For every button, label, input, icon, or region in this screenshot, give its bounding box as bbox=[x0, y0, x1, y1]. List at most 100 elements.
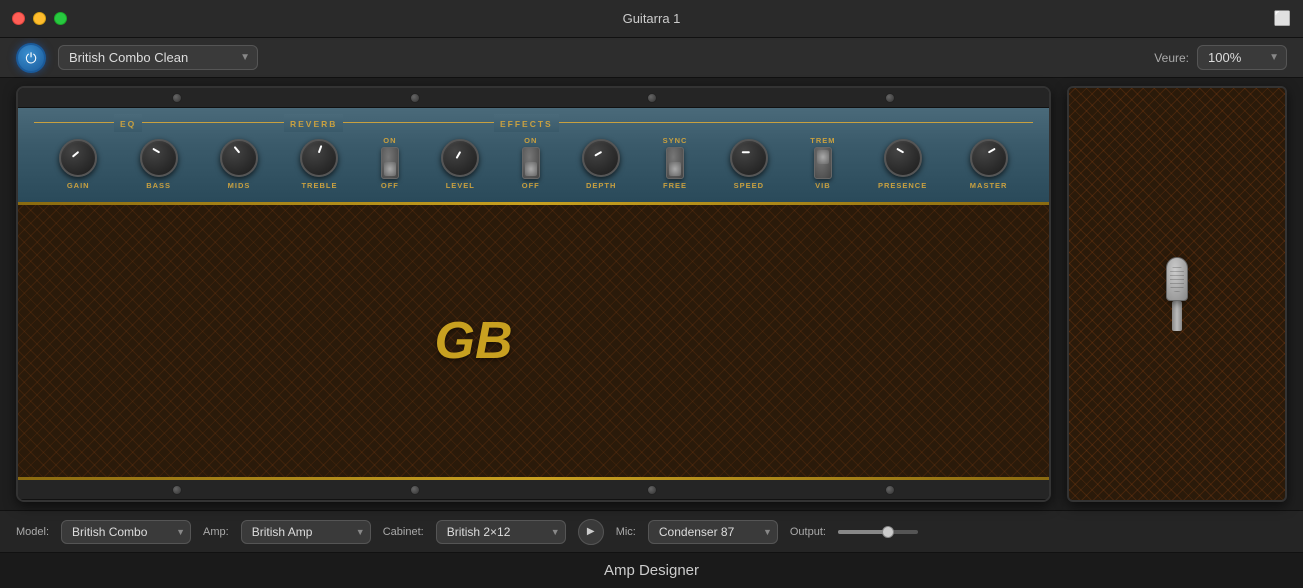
speaker-cabinet bbox=[1067, 86, 1287, 502]
treble-knob-group: TREBLE bbox=[300, 139, 338, 190]
presence-knob-group: PRESENCE bbox=[878, 139, 927, 190]
toolbar-right: Veure: 100% 75% 50% ▼ bbox=[1154, 45, 1287, 70]
preset-select[interactable]: British Combo Clean British Combo Crunch… bbox=[58, 45, 258, 70]
amp-cabinet: GB bbox=[18, 205, 1049, 477]
volume-selector-wrapper: 100% 75% 50% ▼ bbox=[1197, 45, 1287, 70]
gain-knob[interactable] bbox=[59, 139, 97, 177]
cabinet-select[interactable]: British 2×12 bbox=[436, 520, 566, 544]
sync-toggle[interactable] bbox=[666, 147, 684, 179]
vib-label: VIB bbox=[815, 181, 831, 190]
output-slider-area bbox=[838, 530, 918, 534]
depth-knob[interactable] bbox=[582, 139, 620, 177]
trem-toggle-group: TREM VIB bbox=[810, 136, 835, 190]
toolbar: ⏻ British Combo Clean British Combo Crun… bbox=[0, 38, 1303, 78]
screw-1 bbox=[172, 93, 182, 103]
cabinet-label: Cabinet: bbox=[383, 526, 424, 538]
bottom-bar: Model: British Combo American Combo ▼ Am… bbox=[0, 510, 1303, 552]
output-slider-thumb[interactable] bbox=[882, 526, 894, 538]
preset-selector-wrapper: British Combo Clean British Combo Crunch… bbox=[46, 45, 258, 70]
power-icon: ⏻ bbox=[25, 51, 36, 65]
bass-knob-group: BASS bbox=[140, 139, 178, 190]
master-knob[interactable] bbox=[970, 139, 1008, 177]
cabinet-selector-wrapper: British 2×12 ▼ bbox=[436, 520, 566, 544]
sync-toggle-group: SYNC FREE bbox=[663, 136, 688, 190]
screw-6 bbox=[410, 485, 420, 495]
reverb-off-label: OFF bbox=[381, 181, 399, 190]
gain-label: GAIN bbox=[67, 181, 90, 190]
screw-5 bbox=[172, 485, 182, 495]
speed-knob-group: SPEED bbox=[730, 139, 768, 190]
reverb-on-label: ON bbox=[383, 136, 396, 145]
mic-selector-wrapper: Condenser 87 ▼ bbox=[648, 520, 778, 544]
effects-off-label: OFF bbox=[522, 181, 540, 190]
master-knob-group: MASTER bbox=[970, 139, 1008, 190]
treble-label: TREBLE bbox=[301, 181, 337, 190]
footer-title: Amp Designer bbox=[604, 562, 699, 579]
footer: Amp Designer bbox=[0, 552, 1303, 588]
mic-head bbox=[1166, 257, 1188, 301]
effects-section-label: EFFECTS bbox=[494, 114, 559, 132]
reverb-level-knob[interactable] bbox=[441, 139, 479, 177]
window-controls bbox=[12, 12, 67, 25]
output-label: Output: bbox=[790, 526, 826, 538]
volume-label: Veure: bbox=[1154, 51, 1189, 65]
free-label: FREE bbox=[663, 181, 687, 190]
microphone bbox=[1166, 257, 1188, 331]
screw-3 bbox=[647, 93, 657, 103]
mids-knob[interactable] bbox=[220, 139, 258, 177]
amp-selector-wrapper: British Amp ▼ bbox=[241, 520, 371, 544]
maximize-button[interactable] bbox=[54, 12, 67, 25]
trem-vib-toggle[interactable] bbox=[814, 147, 832, 179]
amp-select[interactable]: British Amp bbox=[241, 520, 371, 544]
model-selector-wrapper: British Combo American Combo ▼ bbox=[61, 520, 191, 544]
mic-select[interactable]: Condenser 87 bbox=[648, 520, 778, 544]
mids-knob-group: MIDS bbox=[220, 139, 258, 190]
window-title: Guitarra 1 bbox=[623, 11, 681, 26]
master-label: MASTER bbox=[970, 181, 1008, 190]
depth-label: DEPTH bbox=[586, 181, 616, 190]
gain-knob-group: GAIN bbox=[59, 139, 97, 190]
controls-row: GAIN BASS MIDS TREBLE bbox=[34, 136, 1033, 190]
title-bar-right: ⬜ bbox=[1274, 10, 1291, 27]
bass-knob[interactable] bbox=[140, 139, 178, 177]
screw-4 bbox=[885, 93, 895, 103]
mids-label: MIDS bbox=[228, 181, 251, 190]
amp-logo: GB bbox=[435, 311, 513, 371]
trem-label: TREM bbox=[810, 136, 835, 145]
reverb-toggle[interactable] bbox=[381, 147, 399, 179]
model-label: Model: bbox=[16, 526, 49, 538]
output-slider[interactable] bbox=[838, 530, 918, 534]
reverb-level-knob-group: LEVEL bbox=[441, 139, 479, 190]
amp-screws-bottom bbox=[18, 480, 1049, 500]
minimize-button[interactable] bbox=[33, 12, 46, 25]
speed-knob[interactable] bbox=[730, 139, 768, 177]
play-button[interactable]: ▶ bbox=[578, 519, 604, 545]
reverb-toggle-group: ON OFF bbox=[381, 136, 399, 190]
effects-toggle[interactable] bbox=[522, 147, 540, 179]
mic-label: Mic: bbox=[616, 526, 636, 538]
presence-label: PRESENCE bbox=[878, 181, 927, 190]
effects-toggle-group: ON OFF bbox=[522, 136, 540, 190]
amp-screws-top bbox=[18, 88, 1049, 108]
title-bar: Guitarra 1 ⬜ bbox=[0, 0, 1303, 38]
bass-label: BASS bbox=[146, 181, 171, 190]
model-select[interactable]: British Combo American Combo bbox=[61, 520, 191, 544]
power-button[interactable]: ⏻ bbox=[16, 43, 46, 73]
amp-head: EQ REVERB EFFECTS GAIN bbox=[16, 86, 1051, 502]
presence-knob[interactable] bbox=[884, 139, 922, 177]
depth-knob-group: DEPTH bbox=[582, 139, 620, 190]
volume-select[interactable]: 100% 75% 50% bbox=[1197, 45, 1287, 70]
mic-body bbox=[1172, 301, 1182, 331]
output-slider-fill bbox=[838, 530, 886, 534]
sync-label: SYNC bbox=[663, 136, 688, 145]
cab-grille-pattern bbox=[18, 205, 1049, 477]
reverb-section-label: REVERB bbox=[284, 114, 343, 132]
expand-icon[interactable]: ⬜ bbox=[1274, 10, 1291, 27]
effects-on-label: ON bbox=[524, 136, 537, 145]
screw-8 bbox=[885, 485, 895, 495]
close-button[interactable] bbox=[12, 12, 25, 25]
amp-area: EQ REVERB EFFECTS GAIN bbox=[16, 86, 1287, 502]
screw-7 bbox=[647, 485, 657, 495]
treble-knob[interactable] bbox=[300, 139, 338, 177]
main-content: EQ REVERB EFFECTS GAIN bbox=[0, 78, 1303, 510]
